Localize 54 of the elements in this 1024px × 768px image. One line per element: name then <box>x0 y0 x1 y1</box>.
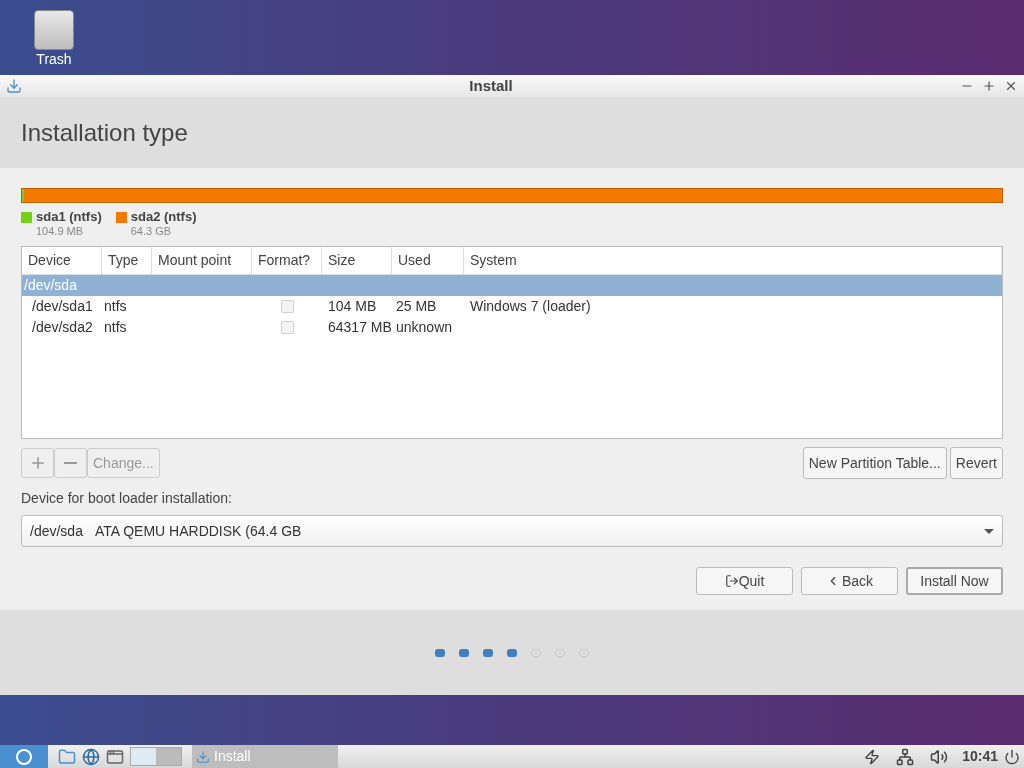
table-cell-text: unknown <box>395 318 454 337</box>
back-button[interactable]: Back <box>801 567 898 595</box>
legend-size: 64.3 GB <box>130 224 173 238</box>
table-row[interactable]: /dev/sda1 ntfs 104 MB 25 MB Windows 7 (loader) <box>22 296 1002 317</box>
maximize-icon[interactable] <box>982 79 996 93</box>
table-row[interactable]: /dev/sda2 ntfs 64317 MB unknown <box>22 317 1002 338</box>
page-heading: Installation type <box>21 117 188 148</box>
exit-icon <box>724 574 739 588</box>
table-cell-text: ntfs <box>103 318 128 337</box>
table-cell-text: Windows 7 (loader) <box>469 297 591 316</box>
table-cell-text: /dev/sda1 <box>31 297 94 316</box>
desktop-icon-label[interactable]: Trash <box>36 50 72 68</box>
column-header[interactable]: System <box>464 247 1002 274</box>
format-checkbox[interactable] <box>280 321 294 334</box>
bootloader-label: Device for boot loader installation: <box>21 489 233 508</box>
workspace-switcher[interactable] <box>130 747 182 766</box>
power-icon[interactable] <box>864 748 881 765</box>
legend-label: sda2 (ntfs) <box>130 209 197 224</box>
revert-button[interactable]: Revert <box>949 447 1003 479</box>
remove-partition-button[interactable] <box>54 448 87 478</box>
legend-label: sda1 (ntfs) <box>36 209 102 224</box>
quit-button[interactable]: Quit <box>696 567 793 595</box>
legend-size: 104.9 MB <box>36 224 85 238</box>
column-header[interactable]: Size <box>322 247 392 274</box>
minus-icon <box>64 462 77 464</box>
close-icon[interactable] <box>1004 79 1018 93</box>
install-now-button[interactable]: Install Now <box>906 567 1003 595</box>
shutdown-icon[interactable] <box>1004 748 1020 765</box>
folder-icon[interactable] <box>58 747 76 766</box>
globe-icon[interactable] <box>82 747 100 766</box>
window-title: Install <box>468 75 514 96</box>
format-checkbox[interactable] <box>280 300 294 313</box>
table-cell-text: 104 MB <box>327 297 378 316</box>
column-header[interactable]: Mount point <box>152 247 252 274</box>
table-cell-text: ntfs <box>103 297 128 316</box>
bootloader-dropdown[interactable]: /dev/sda ATA QEMU HARDDISK (64.4 GB <box>21 515 1003 547</box>
table-cell-text: 64317 MB <box>327 318 392 337</box>
clock[interactable]: 10:41 <box>962 746 998 767</box>
window-icon[interactable] <box>106 747 124 766</box>
volume-icon[interactable] <box>930 747 949 766</box>
table-cell-text: 25 MB <box>395 297 438 316</box>
installer-icon <box>196 749 210 764</box>
add-partition-button[interactable] <box>21 448 54 478</box>
column-header[interactable]: Used <box>392 247 464 274</box>
installer-icon <box>6 78 22 94</box>
new-partition-table-button[interactable]: New Partition Table... <box>802 447 947 479</box>
network-icon[interactable] <box>896 747 915 766</box>
start-menu-button[interactable] <box>0 745 48 768</box>
column-header[interactable]: Type <box>102 247 152 274</box>
column-header[interactable]: Device <box>22 247 102 274</box>
column-header[interactable]: Format? <box>252 247 322 274</box>
trash-icon[interactable] <box>34 10 74 50</box>
table-cell-text: /dev/sda2 <box>31 318 94 337</box>
dropdown-caret-icon <box>984 528 994 534</box>
